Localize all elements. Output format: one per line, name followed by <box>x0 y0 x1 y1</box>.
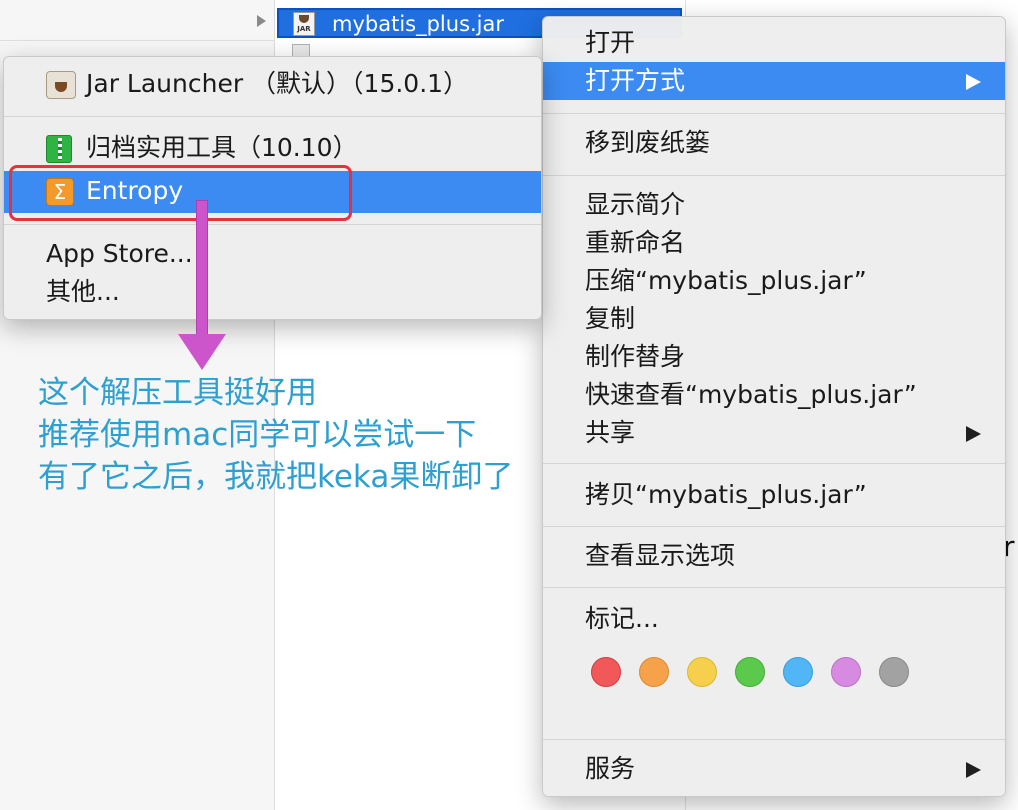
menu-separator <box>543 175 1005 176</box>
menu-item-label: 拷贝“mybatis_plus.jar” <box>585 480 867 509</box>
menu-item-services[interactable]: 服务 <box>543 750 1005 788</box>
menu-separator <box>4 224 541 225</box>
tag-orange-icon[interactable] <box>639 657 669 687</box>
open-with-app-store[interactable]: App Store... <box>4 235 541 273</box>
jar-launcher-icon <box>46 71 76 99</box>
archive-utility-icon <box>46 135 72 163</box>
tag-green-icon[interactable] <box>735 657 765 687</box>
menu-item-open-with[interactable]: 打开方式 <box>543 62 1005 100</box>
menu-item-label: 重新命名 <box>585 228 686 257</box>
menu-item-label: 归档实用工具（10.10） <box>86 133 358 162</box>
menu-separator <box>543 587 1005 588</box>
menu-separator <box>543 113 1005 114</box>
menu-item-rename[interactable]: 重新命名 <box>543 224 1005 262</box>
menu-item-label: 标记... <box>585 604 659 633</box>
menu-item-open[interactable]: 打开 <box>543 24 1005 62</box>
open-with-other[interactable]: 其他... <box>4 273 541 311</box>
tag-blue-icon[interactable] <box>783 657 813 687</box>
menu-item-move-to-trash[interactable]: 移到废纸篓 <box>543 124 1005 162</box>
menu-item-label: App Store... <box>46 239 193 268</box>
menu-item-compress[interactable]: 压缩“mybatis_plus.jar” <box>543 262 1005 300</box>
divider <box>0 40 275 41</box>
menu-item-label: 打开方式 <box>585 66 686 95</box>
menu-item-show-view-options[interactable]: 查看显示选项 <box>543 537 1005 575</box>
menu-item-label: 压缩“mybatis_plus.jar” <box>585 266 867 295</box>
menu-item-label: 服务 <box>585 754 636 783</box>
annotation-line-1: 这个解压工具挺好用 <box>38 375 317 411</box>
menu-item-make-alias[interactable]: 制作替身 <box>543 338 1005 376</box>
annotation-arrow-head-icon <box>178 334 226 370</box>
menu-item-label: 移到废纸篓 <box>585 128 711 157</box>
annotation-line-3: 有了它之后，我就把keka果断卸了 <box>38 459 514 495</box>
disclosure-triangle-icon[interactable] <box>257 15 266 27</box>
jar-icon-label: JAR <box>297 25 311 33</box>
menu-item-duplicate[interactable]: 复制 <box>543 300 1005 338</box>
tag-red-icon[interactable] <box>591 657 621 687</box>
menu-separator <box>4 116 541 117</box>
file-name: mybatis_plus.jar <box>332 12 505 36</box>
menu-item-share[interactable]: 共享 <box>543 414 1005 452</box>
context-menu: 打开 打开方式 移到废纸篓 显示简介 重新命名 压缩“mybatis_plus.… <box>542 16 1006 797</box>
highlight-box <box>9 165 352 221</box>
menu-separator <box>543 463 1005 464</box>
annotation-arrow-shaft <box>196 200 208 336</box>
menu-item-label: 打开 <box>585 28 636 57</box>
menu-item-quick-look[interactable]: 快速查看“mybatis_plus.jar” <box>543 376 1005 414</box>
menu-item-label: 其他... <box>46 277 120 306</box>
tag-purple-icon[interactable] <box>831 657 861 687</box>
menu-item-label: Jar Launcher （默认）（15.0.1） <box>86 69 469 98</box>
menu-item-tags[interactable]: 标记... <box>543 600 1005 638</box>
menu-item-label: 共享 <box>585 418 636 447</box>
chevron-right-icon <box>966 74 981 90</box>
chevron-right-icon <box>966 426 981 442</box>
jar-file-icon: JAR <box>293 12 315 36</box>
menu-separator <box>543 526 1005 527</box>
tag-yellow-icon[interactable] <box>687 657 717 687</box>
menu-item-label: 复制 <box>585 304 636 333</box>
menu-item-label: 制作替身 <box>585 342 686 371</box>
menu-item-get-info[interactable]: 显示简介 <box>543 186 1005 224</box>
finder-window: JAR mybatis_plus.jar r 打开 打开方式 移到废纸篓 显示简… <box>0 0 1018 810</box>
annotation-line-2: 推荐使用mac同学可以尝试一下 <box>38 417 477 453</box>
menu-item-label: 显示简介 <box>585 190 686 219</box>
tag-gray-icon[interactable] <box>879 657 909 687</box>
open-with-jar-launcher[interactable]: Jar Launcher （默认）（15.0.1） <box>4 63 541 107</box>
menu-separator <box>543 739 1005 740</box>
menu-item-label: 查看显示选项 <box>585 541 736 570</box>
menu-item-copy[interactable]: 拷贝“mybatis_plus.jar” <box>543 476 1005 514</box>
chevron-right-icon <box>966 762 981 778</box>
menu-item-label: 快速查看“mybatis_plus.jar” <box>585 380 917 409</box>
